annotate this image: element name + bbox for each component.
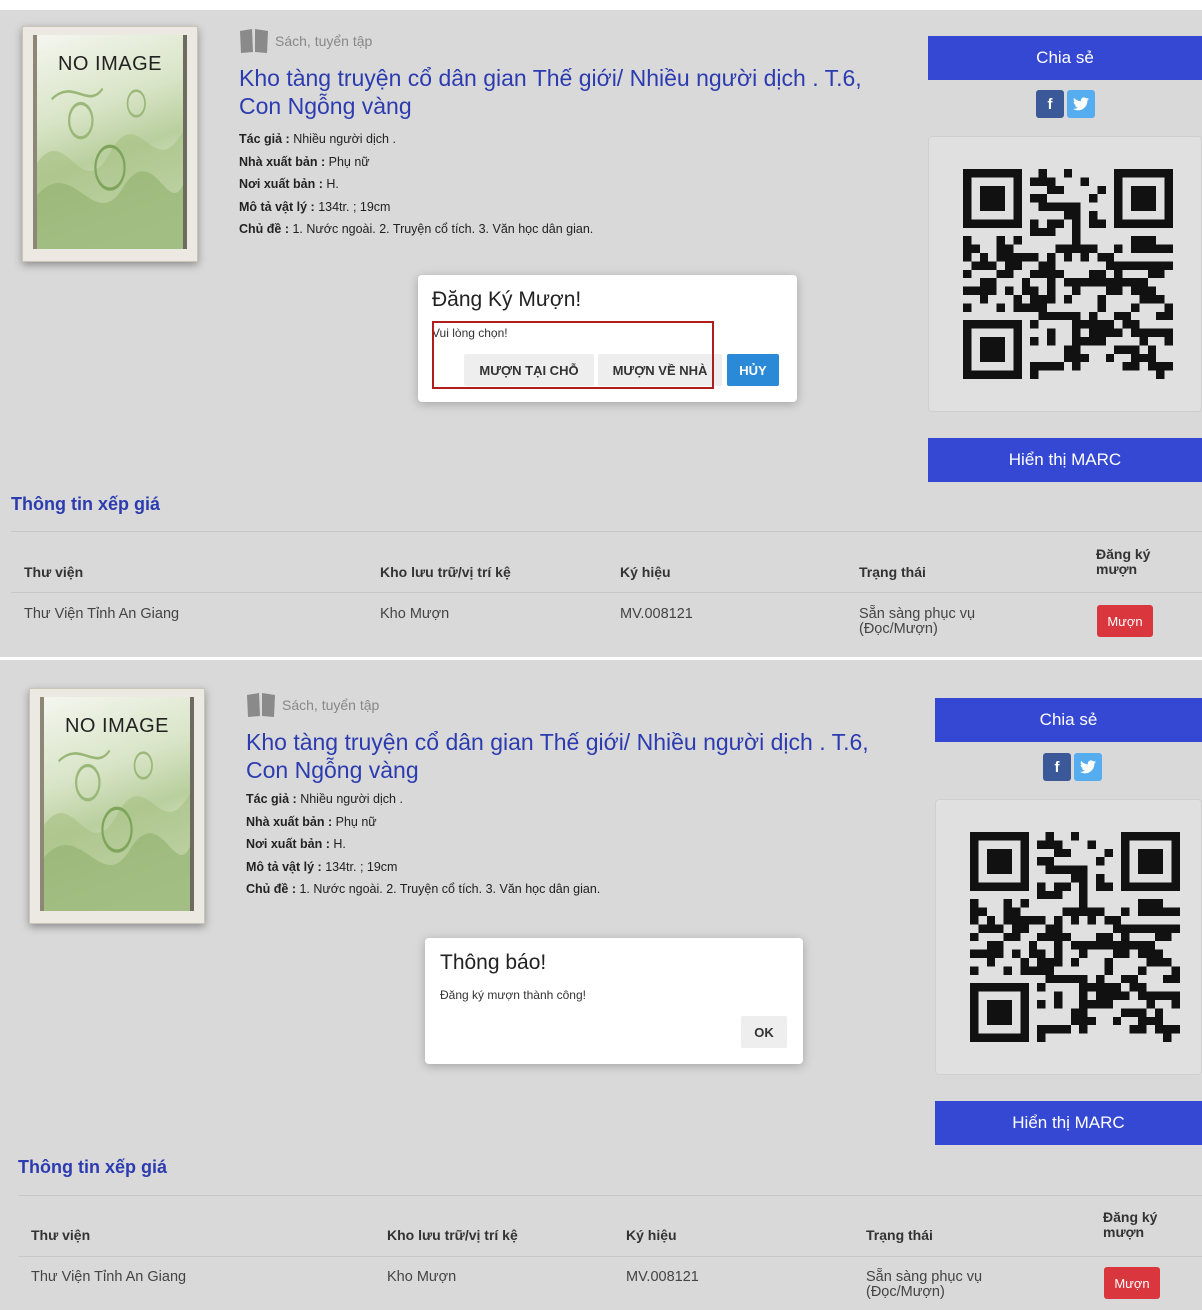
facebook-icon: f [1047,95,1053,113]
facebook-icon: f [1054,758,1060,776]
facebook-share-button[interactable]: f [1036,90,1064,118]
facebook-share-button[interactable]: f [1043,753,1071,781]
meta-publisher: Nhà xuất bản : Phụ nữ [246,814,377,829]
qr-code-image [963,169,1173,379]
cover-placeholder-text: NO IMAGE [64,715,169,737]
twitter-icon [1073,97,1089,111]
table-header-line [18,1256,1202,1257]
cell-location: Kho Mượn [387,1269,457,1285]
holdings-section-title: Thông tin xếp giá [11,494,160,514]
col-header-status: Trạng thái [866,1227,933,1243]
dialog-title: Đăng Ký Mượn! [432,288,582,311]
qr-code-box [935,799,1202,1075]
twitter-icon [1080,760,1096,774]
social-buttons: f [1036,90,1095,118]
col-header-location: Kho lưu trữ/vị trí kệ [387,1227,518,1243]
book-cover: NO IMAGE [22,26,198,262]
share-header: Chia sẻ [928,36,1202,80]
book-title[interactable]: Kho tàng truyện cổ dân gian Thế giới/ Nh… [239,64,899,120]
open-book-icon [240,29,268,53]
social-buttons: f [1043,753,1102,781]
dialog-title: Thông báo! [440,951,547,974]
open-book-icon [247,693,275,717]
dialog-message: Đăng ký mượn thành công! [440,988,586,1002]
cell-location: Kho Mượn [380,606,450,622]
book-detail-panel-register: NO IMAGE Sách, tuyển tập Kho tàng truyện… [0,10,1202,657]
divider [11,531,1202,532]
dialog-message: Vui lòng chọn! [432,326,508,340]
meta-publisher: Nhà xuất bản : Phụ nữ [239,154,370,169]
borrow-home-button[interactable]: MƯỢN VỀ NHÀ [598,354,722,386]
borrow-onsite-button[interactable]: MƯỢN TẠI CHỖ [464,354,594,386]
col-header-status: Trạng thái [859,564,926,580]
meta-physical: Mô tả vật lý : 134tr. ; 19cm [239,199,391,214]
meta-physical: Mô tả vật lý : 134tr. ; 19cm [246,859,398,874]
material-type-label: Sách, tuyển tập [275,33,373,49]
book-metadata: Tác giả : Nhiều người dịch . Nhà xuất bả… [239,128,593,241]
share-header: Chia sẻ [935,698,1202,742]
meta-subject: Chủ đề : 1. Nước ngoài. 2. Truyện cổ tíc… [239,222,594,236]
table-header-line [11,592,1202,593]
meta-author: Tác giả : Nhiều người dịch . [246,792,403,806]
book-detail-panel-notice: NO IMAGE Sách, tuyển tập Kho tàng truyện… [0,660,1202,1310]
material-type-label: Sách, tuyển tập [282,697,380,713]
cancel-button[interactable]: HỦY [727,354,779,386]
col-header-call-number: Ký hiệu [620,564,671,580]
meta-place: Nơi xuất bản : H. [246,837,346,851]
cell-call-number: MV.008121 [620,606,693,622]
cell-status: Sẵn sàng phục vụ (Đọc/Mượn) [866,1269,983,1300]
cell-library: Thư Viện Tỉnh An Giang [24,606,180,622]
notice-dialog: Thông báo! Đăng ký mượn thành công! OK [425,938,803,1064]
holdings-section-title: Thông tin xếp giá [18,1157,167,1177]
ok-button[interactable]: OK [741,1016,787,1048]
cell-call-number: MV.008121 [626,1269,699,1285]
meta-author: Tác giả : Nhiều người dịch . [239,132,396,146]
borrow-button[interactable]: Mượn [1104,1267,1160,1299]
meta-subject: Chủ đề : 1. Nước ngoài. 2. Truyện cổ tíc… [246,882,601,896]
col-header-borrow: Đăng ký mượn [1103,1209,1158,1240]
col-header-call-number: Ký hiệu [626,1227,677,1243]
book-title[interactable]: Kho tàng truyện cổ dân gian Thế giới/ Nh… [246,728,906,784]
qr-code-image [970,832,1180,1042]
cell-status: Sẵn sàng phục vụ (Đọc/Mượn) [859,606,976,637]
book-cover: NO IMAGE [29,688,205,924]
show-marc-button[interactable]: Hiển thị MARC [928,438,1202,482]
col-header-location: Kho lưu trữ/vị trí kệ [380,564,511,580]
twitter-share-button[interactable] [1074,753,1102,781]
divider [18,1195,1202,1196]
col-header-borrow: Đăng ký mượn [1096,546,1151,577]
col-header-library: Thư viện [31,1227,91,1243]
material-type: Sách, tuyển tập [238,28,372,54]
meta-place: Nơi xuất bản : H. [239,177,339,191]
col-header-library: Thư viện [24,564,84,580]
twitter-share-button[interactable] [1067,90,1095,118]
register-borrow-dialog: Đăng Ký Mượn! Vui lòng chọn! MƯỢN TẠI CH… [418,275,797,402]
book-metadata: Tác giả : Nhiều người dịch . Nhà xuất bả… [246,788,600,901]
qr-code-box [928,136,1202,412]
borrow-button[interactable]: Mượn [1097,605,1153,637]
material-type: Sách, tuyển tập [245,692,379,718]
cover-placeholder-text: NO IMAGE [57,53,162,75]
show-marc-button[interactable]: Hiển thị MARC [935,1101,1202,1145]
cell-library: Thư Viện Tỉnh An Giang [31,1269,187,1285]
